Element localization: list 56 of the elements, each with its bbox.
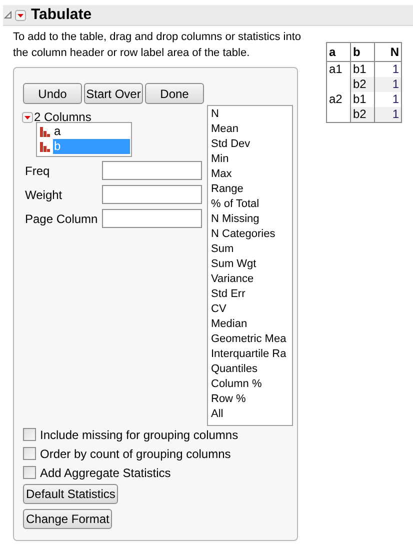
bar-chart-icon [40, 126, 51, 137]
statistic-item[interactable]: CV [211, 302, 226, 317]
field-label: Freq [25, 162, 51, 180]
window-title: Tabulate [31, 4, 92, 25]
statistic-item[interactable]: N Categories [211, 227, 276, 242]
statistic-item[interactable]: Mean [211, 122, 239, 137]
statistic-item[interactable]: Std Dev [211, 137, 250, 152]
push-button[interactable]: Done [145, 83, 204, 104]
statistic-item[interactable]: N Missing [211, 212, 260, 227]
checkbox-label: Include missing for grouping columns [40, 426, 238, 444]
input-field[interactable] [102, 161, 202, 180]
statistic-item[interactable]: Sum Wgt [211, 257, 256, 272]
push-button[interactable]: Undo [23, 83, 82, 104]
input-field[interactable] [102, 185, 202, 204]
checkbox[interactable] [23, 428, 36, 441]
statistic-item[interactable]: % of Total [211, 197, 260, 212]
table-cell-text: 1 [391, 92, 400, 107]
table-cell: 1 [375, 107, 401, 122]
statistic-item[interactable]: Range [211, 182, 244, 197]
column-header: a [327, 43, 351, 62]
push-button[interactable]: Change Format [23, 509, 112, 529]
statistic-item[interactable]: Min [211, 152, 229, 167]
statistic-item[interactable]: Row % [211, 392, 246, 407]
statistic-item[interactable]: Std Err [211, 287, 246, 302]
column-header: N [375, 43, 401, 62]
checkbox[interactable] [23, 447, 36, 460]
statistic-item[interactable]: Max [211, 167, 232, 182]
table-cell: a2 [327, 92, 351, 107]
table-cell: a1 [327, 62, 351, 77]
statistic-item[interactable]: Median [211, 317, 248, 332]
statistic-item[interactable]: Quantiles [211, 362, 258, 377]
bar-chart-icon [40, 141, 51, 152]
statistic-item[interactable]: Geometric Mea [211, 332, 286, 347]
disclosure-icon[interactable] [4, 11, 12, 19]
statistic-item[interactable]: Sum [211, 242, 234, 257]
push-button[interactable]: Start Over [84, 83, 143, 104]
statistic-item[interactable]: Column % [211, 377, 262, 392]
table-cell: b2 [351, 107, 375, 122]
field-label: Weight [25, 186, 64, 204]
push-button[interactable]: Default Statistics [23, 484, 118, 504]
table-cell: b2 [351, 77, 375, 92]
statistic-item[interactable]: All [211, 407, 224, 422]
instruction-text: To add to the table, drag and drop columns or statistics into the column header or row label area of the table. [13, 30, 302, 61]
checkbox-label: Add Aggregate Statistics [40, 464, 171, 482]
checkbox[interactable] [23, 466, 36, 479]
statistic-item[interactable]: Variance [211, 272, 254, 287]
statistic-item[interactable]: N [211, 107, 219, 122]
column-header: b [351, 43, 375, 62]
table-cell-text: 1 [391, 62, 400, 77]
checkbox-label: Order by count of grouping columns [40, 446, 231, 462]
input-field[interactable] [102, 209, 202, 228]
statistic-item[interactable]: Interquartile Ra [211, 347, 286, 362]
columns-heading: 2 Columns [34, 109, 92, 126]
field-label: Page Column [25, 210, 99, 228]
variable-list-item[interactable]: a [38, 124, 130, 139]
table-cell: 1 [375, 77, 401, 92]
